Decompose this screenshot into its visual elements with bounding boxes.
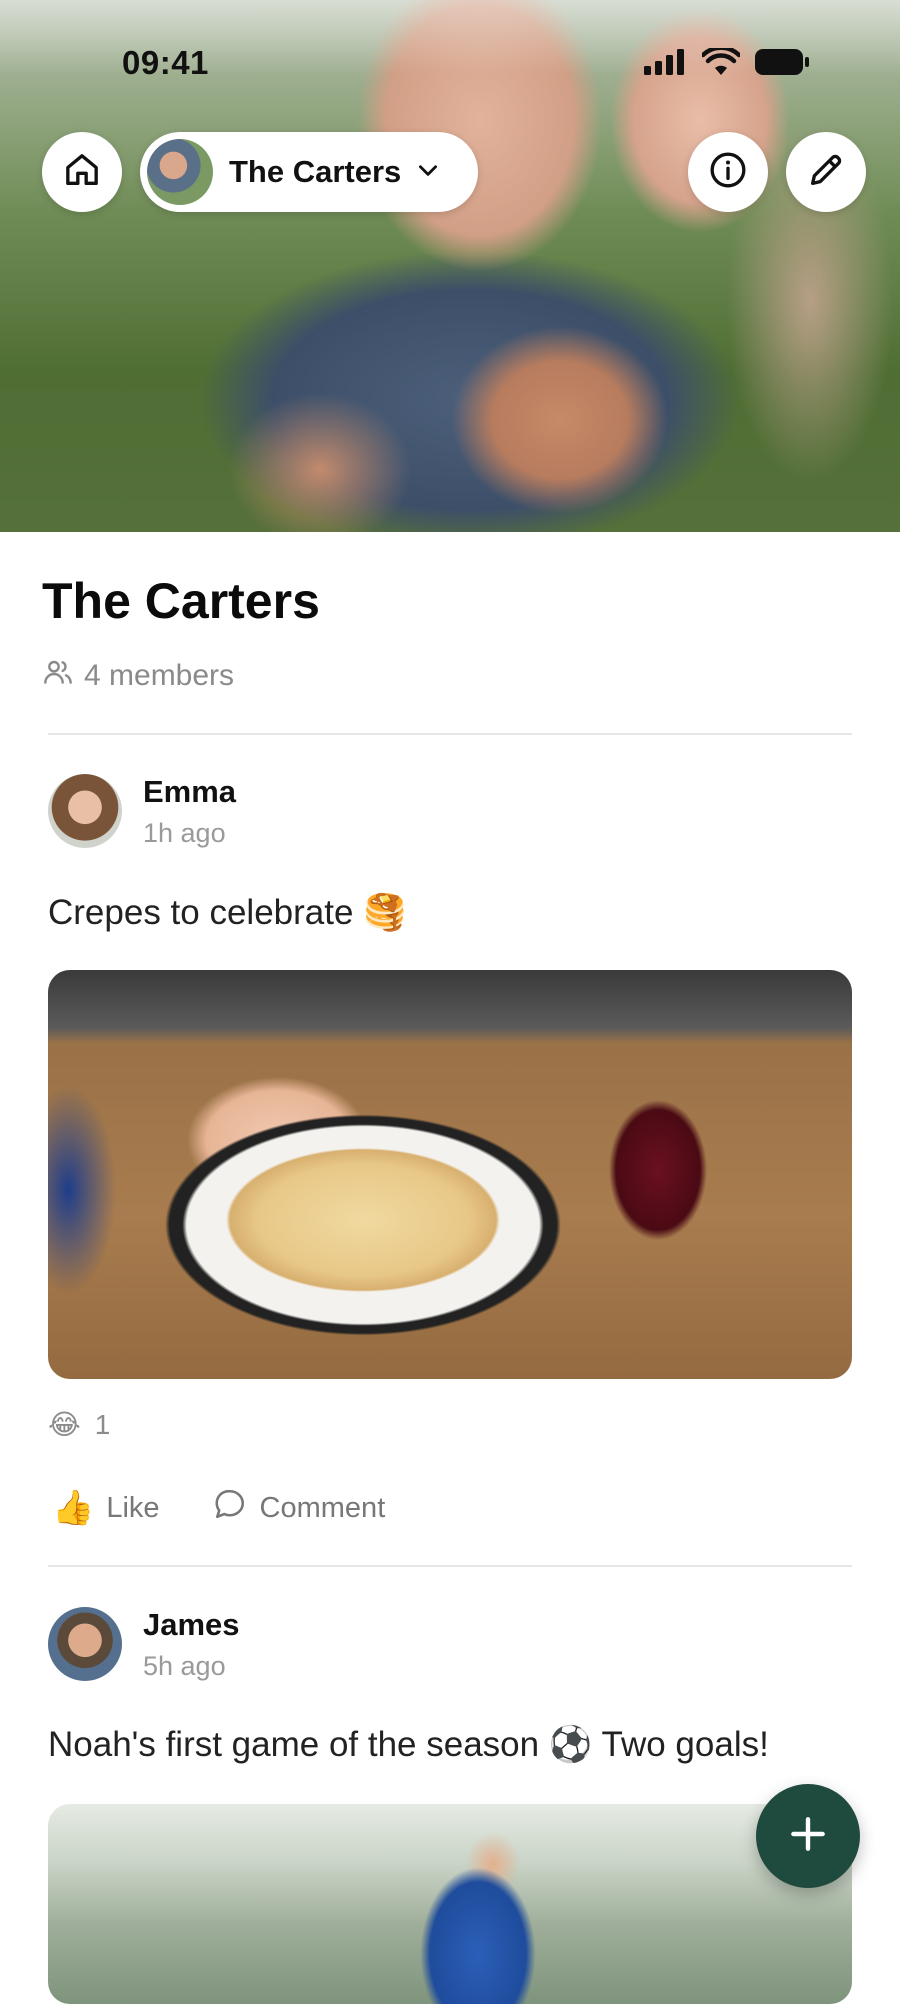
pencil-icon xyxy=(806,150,846,195)
info-button[interactable] xyxy=(688,132,768,212)
signal-icon xyxy=(644,49,688,80)
laughing-emoji-icon: 😂 xyxy=(48,1408,81,1441)
post-time: 1h ago xyxy=(143,818,226,848)
post-time: 5h ago xyxy=(143,1651,226,1681)
group-avatar xyxy=(147,139,213,205)
comment-button[interactable]: Comment xyxy=(212,1486,386,1530)
battery-icon xyxy=(754,48,810,81)
avatar-emma[interactable] xyxy=(48,774,122,848)
post-photo-soccer[interactable] xyxy=(48,1804,852,2004)
thumbs-up-icon: 👍 xyxy=(52,1488,95,1528)
like-button[interactable]: 👍 Like xyxy=(52,1488,160,1528)
group-switcher[interactable]: The Carters xyxy=(140,132,478,212)
comment-label: Comment xyxy=(259,1491,386,1524)
status-icons xyxy=(644,45,810,81)
post-text: Crepes to celebrate 🥞 xyxy=(48,893,407,932)
divider xyxy=(48,1565,852,1567)
divider xyxy=(48,733,852,735)
edit-button[interactable] xyxy=(786,132,866,212)
wifi-icon xyxy=(700,45,742,81)
group-switcher-label: The Carters xyxy=(229,154,402,189)
add-post-button[interactable] xyxy=(756,1784,860,1888)
avatar-james[interactable] xyxy=(48,1607,122,1681)
post-text: Noah's first game of the season ⚽ Two go… xyxy=(48,1725,769,1764)
post-author[interactable]: Emma xyxy=(143,774,236,810)
group-title: The Carters xyxy=(42,573,320,629)
reaction-summary[interactable]: 😂 1 xyxy=(48,1408,110,1441)
comment-icon xyxy=(212,1486,248,1530)
chevron-down-icon xyxy=(415,157,441,188)
status-time: 09:41 xyxy=(122,44,209,81)
reaction-count: 1 xyxy=(94,1408,111,1440)
plus-icon xyxy=(786,1812,830,1861)
members-label: 4 members xyxy=(84,659,235,692)
members-icon xyxy=(42,656,74,696)
members-count[interactable]: 4 members xyxy=(42,656,234,696)
home-button[interactable] xyxy=(42,132,122,212)
home-icon xyxy=(62,150,102,195)
like-label: Like xyxy=(106,1491,160,1524)
post-photo-crepes[interactable] xyxy=(48,970,852,1379)
post-actions: 👍 Like Comment xyxy=(52,1486,385,1530)
post-author[interactable]: James xyxy=(143,1607,240,1643)
info-icon xyxy=(708,150,748,195)
